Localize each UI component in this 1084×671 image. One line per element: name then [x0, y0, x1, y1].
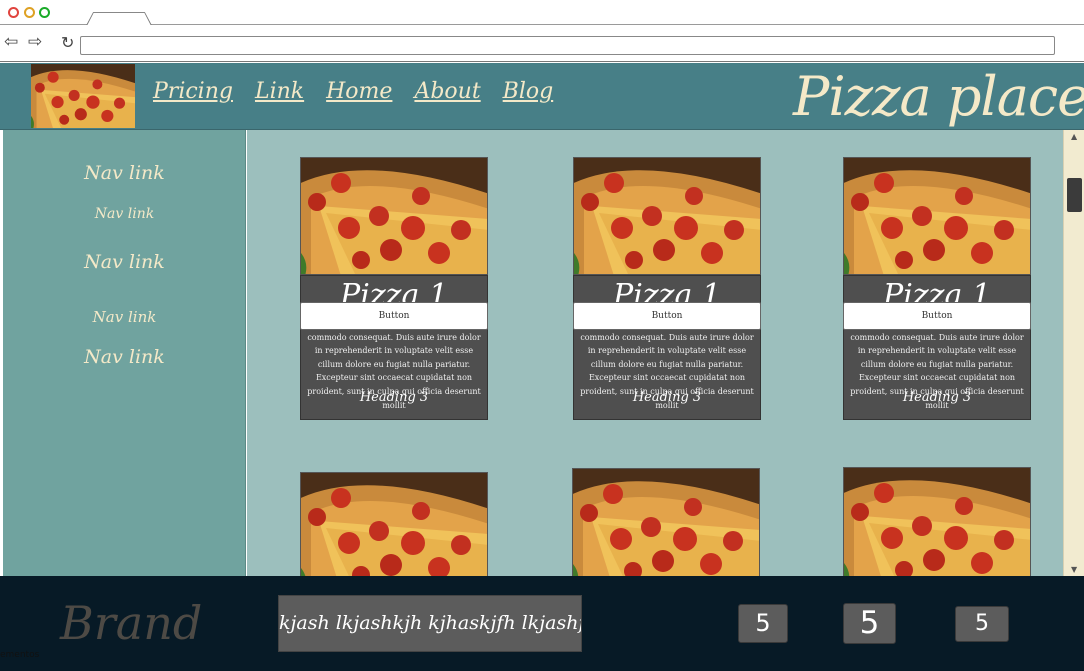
footer-button[interactable]: 5	[738, 604, 788, 643]
card-heading: Heading 3	[632, 390, 702, 405]
pizza-image	[300, 472, 488, 576]
minimize-window-icon[interactable]	[24, 7, 35, 18]
card-heading: Heading 3	[902, 390, 972, 405]
card-body: Pizza 1 tation ullamco laboris nisi ut a…	[843, 275, 1031, 420]
site-footer: Brand kjash lkjashkjh kjhaskjfh lkjashfk…	[0, 576, 1084, 671]
sidebar-nav-link[interactable]: Nav link	[3, 346, 246, 368]
site-title: Pizza place	[793, 65, 1084, 128]
card-button[interactable]: Button	[573, 302, 761, 330]
footer-text-box: kjash lkjashkjh kjhaskjfh lkjashfkjh	[278, 595, 582, 652]
sidebar-nav-link[interactable]: Nav link	[3, 251, 246, 273]
nav-link-link[interactable]: Link	[255, 79, 304, 104]
nav-link-blog[interactable]: Blog	[503, 79, 554, 104]
scroll-down-icon[interactable]: ▼	[1071, 565, 1077, 574]
card-button[interactable]: Button	[300, 302, 488, 330]
card-button[interactable]: Button	[843, 302, 1031, 330]
main-nav: Pricing Link Home About Blog	[153, 79, 575, 104]
maximize-window-icon[interactable]	[39, 7, 50, 18]
sidebar-nav-link[interactable]: Nav link	[3, 162, 246, 184]
browser-title-bar	[0, 0, 1084, 26]
vertical-scrollbar[interactable]: ▲ ▼	[1063, 130, 1084, 576]
close-window-icon[interactable]	[8, 7, 19, 18]
pizza-image	[573, 157, 761, 275]
reload-icon[interactable]: ↻	[61, 34, 74, 51]
pizza-image	[300, 157, 488, 275]
main-content: Pizza 1 tation ullamco laboris nisi ut a…	[247, 130, 1063, 576]
nav-link-about[interactable]: About	[414, 79, 480, 104]
corner-label: ementos	[0, 650, 40, 660]
pizza-image	[843, 467, 1031, 576]
nav-link-home[interactable]: Home	[326, 79, 392, 104]
card-heading: Heading 3	[359, 390, 429, 405]
forward-arrow-icon[interactable]: ⇨	[28, 34, 42, 51]
address-bar[interactable]	[80, 36, 1055, 55]
browser-toolbar: ⇦ ⇨ ↻	[0, 25, 1084, 62]
card-body: Pizza 1 tation ullamco laboris nisi ut a…	[573, 275, 761, 420]
scrollbar-thumb[interactable]	[1067, 178, 1082, 212]
pizza-image	[572, 468, 760, 576]
browser-tab[interactable]	[86, 12, 152, 26]
sidebar-nav-link[interactable]: Nav link	[3, 308, 246, 326]
site-header: Pricing Link Home About Blog Pizza place	[0, 63, 1084, 130]
scroll-up-icon[interactable]: ▲	[1071, 132, 1077, 141]
card-body: Pizza 1 tation ullamco laboris nisi ut a…	[300, 275, 488, 420]
footer-button[interactable]: 5	[955, 606, 1009, 642]
pizza-image	[843, 157, 1031, 275]
logo-pizza-image[interactable]	[31, 64, 135, 128]
footer-button[interactable]: 5	[843, 603, 896, 644]
back-arrow-icon[interactable]: ⇦	[4, 34, 18, 51]
sidebar-nav-link[interactable]: Nav link	[3, 206, 246, 222]
nav-link-pricing[interactable]: Pricing	[153, 79, 233, 104]
footer-brand: Brand	[60, 596, 203, 650]
sidebar: Nav link Nav link Nav link Nav link Nav …	[3, 130, 246, 576]
